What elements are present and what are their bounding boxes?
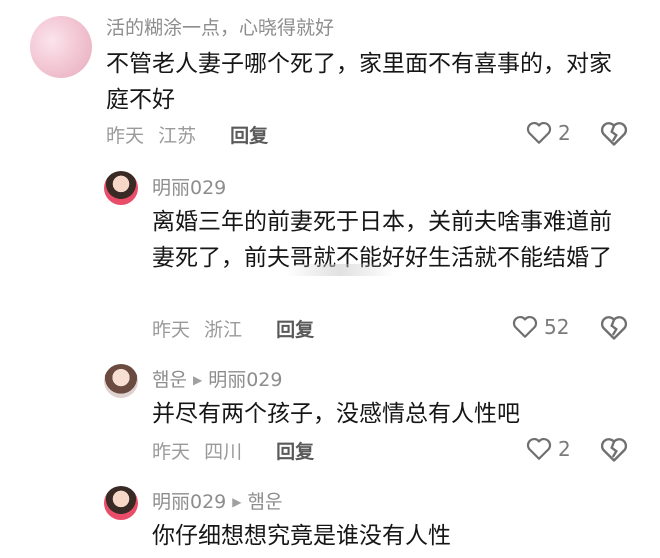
avatar[interactable] — [104, 486, 138, 520]
comment-username[interactable]: 活的糊涂一点，心晓得就好 — [106, 16, 334, 40]
reply-arrow-icon: ▶ — [192, 373, 203, 387]
reply-button[interactable]: 回复 — [276, 441, 314, 463]
like-button[interactable]: 52 — [512, 315, 569, 339]
comment-meta: 昨天 江苏 回复 — [106, 124, 268, 148]
heart-icon — [526, 437, 552, 460]
heart-icon — [512, 315, 538, 338]
like-count: 2 — [558, 121, 571, 145]
comment-username-line: 햄운 ▶ 明丽029 — [152, 368, 282, 394]
reply-arrow-icon: ▶ — [232, 495, 242, 509]
comment-text: 并尽有两个孩子，没感情总有人性吧 — [152, 401, 520, 427]
comment-location: 四川 — [204, 441, 243, 463]
comment-text: 你仔细想想究竟是谁没有人性 — [152, 523, 451, 549]
comment-time: 昨天 — [106, 125, 145, 147]
reply-to-username[interactable]: 햄운 — [248, 491, 283, 513]
comment-username-line: 明丽029 ▶ 햄운 — [152, 490, 282, 516]
reply-button[interactable]: 回复 — [230, 125, 268, 147]
comment-meta: 昨天 四川 回复 — [152, 440, 314, 464]
comment-location: 浙江 — [204, 319, 243, 341]
comment-username[interactable]: 햄운 — [152, 369, 187, 391]
watermark — [285, 264, 395, 276]
dislike-button[interactable] — [600, 121, 628, 147]
like-count: 52 — [544, 315, 570, 339]
avatar[interactable] — [104, 364, 138, 398]
comment-username[interactable]: 明丽029 — [152, 491, 226, 513]
dislike-button[interactable] — [600, 315, 628, 341]
comment-time: 昨天 — [152, 441, 191, 463]
comment-username[interactable]: 明丽029 — [152, 176, 226, 200]
heart-icon — [526, 121, 552, 144]
like-button[interactable]: 2 — [526, 121, 571, 145]
comment-text: 不管老人妻子哪个死了，家里面不有喜事的，对家庭不好 — [106, 51, 612, 113]
broken-heart-icon — [600, 316, 628, 340]
like-count: 2 — [558, 437, 571, 461]
broken-heart-icon — [600, 438, 628, 462]
comment-meta: 昨天 浙江 回复 — [152, 318, 314, 342]
comment-location: 江苏 — [158, 125, 197, 147]
avatar[interactable] — [104, 171, 138, 205]
reply-to-username[interactable]: 明丽029 — [208, 369, 282, 391]
broken-heart-icon — [600, 122, 628, 146]
avatar[interactable] — [30, 16, 92, 78]
dislike-button[interactable] — [600, 437, 628, 463]
like-button[interactable]: 2 — [526, 437, 571, 461]
reply-button[interactable]: 回复 — [276, 319, 314, 341]
comment-time: 昨天 — [152, 319, 191, 341]
